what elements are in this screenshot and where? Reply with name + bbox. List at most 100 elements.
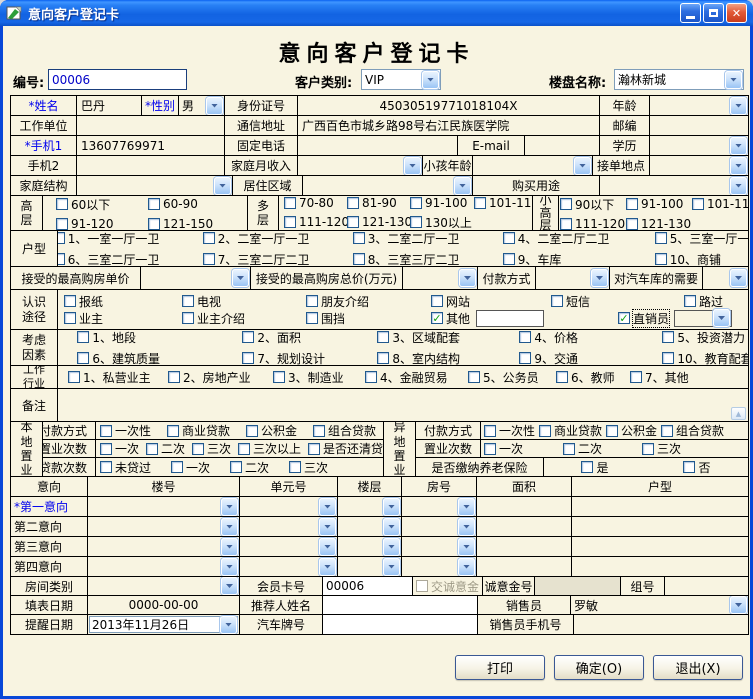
checkbox[interactable] xyxy=(474,197,486,209)
checkbox[interactable] xyxy=(662,352,674,364)
checkbox[interactable] xyxy=(100,461,112,473)
checkbox-item[interactable]: 三次以上 xyxy=(238,440,301,457)
checkbox-item[interactable]: 组合贷款 xyxy=(661,422,724,439)
print-button[interactable]: 打印 xyxy=(455,655,545,680)
checkbox[interactable] xyxy=(100,443,112,455)
car-plate-input[interactable] xyxy=(323,615,478,634)
max-unit-price-combo[interactable] xyxy=(141,267,251,289)
room-no-combo[interactable] xyxy=(402,557,477,576)
checkbox[interactable] xyxy=(306,295,318,307)
checkbox-item[interactable]: 5、投资潜力 xyxy=(662,330,748,346)
checkbox-item[interactable]: 否 xyxy=(683,459,710,476)
checkbox[interactable] xyxy=(347,216,359,228)
checkbox-item[interactable]: 60以下 xyxy=(56,196,148,213)
checkbox-item[interactable]: 81-90 xyxy=(347,196,410,210)
checkbox[interactable] xyxy=(519,352,531,364)
checkbox-item[interactable]: 二次 xyxy=(563,440,602,457)
checkbox-item[interactable]: 一次性 xyxy=(484,422,535,439)
checkbox-item[interactable]: 是 xyxy=(581,459,608,476)
family-structure-combo[interactable] xyxy=(77,176,233,195)
checkbox[interactable] xyxy=(58,232,65,244)
checkbox-item[interactable]: 121-130 xyxy=(347,214,410,231)
checkbox-item[interactable]: 围挡 xyxy=(306,310,431,327)
checkbox-item[interactable]: 一次 xyxy=(484,440,523,457)
checkbox[interactable] xyxy=(182,295,194,307)
checkbox[interactable] xyxy=(77,352,89,364)
minimize-button[interactable] xyxy=(680,3,701,23)
chevron-down-icon[interactable] xyxy=(730,596,747,614)
checkbox[interactable] xyxy=(203,253,215,265)
floor-combo[interactable] xyxy=(338,557,402,576)
checkbox-item[interactable]: 业主介绍 xyxy=(182,310,306,327)
name-field[interactable]: 巴丹 xyxy=(77,96,142,115)
checkbox[interactable] xyxy=(68,371,80,383)
chevron-down-icon[interactable] xyxy=(214,177,231,195)
chevron-down-icon[interactable] xyxy=(319,498,336,516)
scroll-up-button[interactable]: ▲ xyxy=(731,407,746,420)
education-combo[interactable] xyxy=(650,136,748,155)
chevron-down-icon[interactable] xyxy=(206,97,223,115)
room-no-combo[interactable] xyxy=(402,497,477,516)
address-field[interactable]: 广西百色市城乡路98号右江民族医学院 xyxy=(298,116,600,135)
checkbox[interactable] xyxy=(148,218,160,230)
checkbox[interactable] xyxy=(146,443,158,455)
remind-date-combo[interactable]: 2013年11月26日 xyxy=(88,615,240,634)
checkbox-item[interactable]: 101-110 xyxy=(474,196,533,210)
checkbox-item[interactable]: 三次 xyxy=(192,440,231,457)
maximize-button[interactable] xyxy=(703,3,724,23)
checkbox[interactable] xyxy=(56,218,68,230)
checkbox-item[interactable]: 一次 xyxy=(100,440,139,457)
building-no-combo[interactable] xyxy=(88,517,240,536)
checkbox[interactable] xyxy=(661,425,673,437)
checkbox-item[interactable]: 组合贷款 xyxy=(313,422,376,439)
checkbox[interactable] xyxy=(551,295,563,307)
checkbox-item[interactable]: 91-100 xyxy=(410,196,474,210)
unit-no-combo[interactable] xyxy=(240,517,338,536)
checkbox[interactable] xyxy=(630,371,642,383)
chevron-down-icon[interactable] xyxy=(458,538,475,556)
checkbox-item[interactable]: 3、二室二厅一卫 xyxy=(353,231,503,247)
checkbox[interactable] xyxy=(431,295,443,307)
checkbox[interactable] xyxy=(692,198,704,210)
checkbox-item[interactable]: 60-90 xyxy=(148,196,247,213)
chevron-down-icon[interactable] xyxy=(422,71,439,89)
room-type-combo[interactable] xyxy=(88,577,240,595)
checkbox-item[interactable]: 1、地段 xyxy=(77,330,242,346)
checkbox-item[interactable]: 7、三室二厅二卫 xyxy=(203,251,353,267)
customer-type-combo[interactable]: VIP xyxy=(361,69,441,90)
no-input[interactable]: 00006 xyxy=(48,69,187,90)
chevron-down-icon[interactable] xyxy=(319,518,336,536)
other-text-input[interactable] xyxy=(476,310,544,327)
checkbox[interactable] xyxy=(410,197,422,209)
checkbox-item[interactable]: 6、建筑质量 xyxy=(77,350,242,366)
checkbox[interactable] xyxy=(347,197,359,209)
checkbox-item[interactable]: 3、制造业 xyxy=(273,369,365,386)
checkbox[interactable] xyxy=(313,425,325,437)
checkbox-item[interactable]: 4、二室二厅二卫 xyxy=(503,231,655,247)
chevron-down-icon[interactable] xyxy=(458,558,475,576)
gender-combo[interactable]: 男 xyxy=(179,96,225,115)
chevron-down-icon[interactable] xyxy=(383,558,400,576)
checkbox[interactable] xyxy=(484,425,496,437)
ok-button[interactable]: 确定(O) xyxy=(554,655,644,680)
checkbox-item[interactable]: 短信 xyxy=(551,293,684,310)
checkbox-item[interactable]: 公积金 xyxy=(606,422,657,439)
deposit-checkbox-item[interactable]: 交诚意金 xyxy=(416,578,479,595)
salesman-combo[interactable]: 罗敏 xyxy=(571,596,748,614)
chevron-down-icon[interactable] xyxy=(730,157,747,175)
chevron-down-icon[interactable] xyxy=(458,518,475,536)
referrer-input[interactable] xyxy=(323,596,478,614)
id-field[interactable]: 45030519771018104X xyxy=(298,96,600,115)
checkbox[interactable] xyxy=(230,461,242,473)
building-no-combo[interactable] xyxy=(88,557,240,576)
checkbox-item[interactable]: 111-120 xyxy=(560,217,626,231)
chevron-down-icon[interactable] xyxy=(730,177,747,195)
age-combo[interactable] xyxy=(650,96,748,115)
purchase-purpose-combo[interactable] xyxy=(600,176,748,195)
checkbox-item[interactable]: 8、室内结构 xyxy=(377,350,519,366)
checkbox[interactable] xyxy=(684,295,696,307)
zip-field[interactable] xyxy=(650,116,748,135)
checkbox-item[interactable]: 6、教师 xyxy=(556,369,630,386)
room-no-combo[interactable] xyxy=(402,517,477,536)
chevron-down-icon[interactable] xyxy=(730,269,747,287)
